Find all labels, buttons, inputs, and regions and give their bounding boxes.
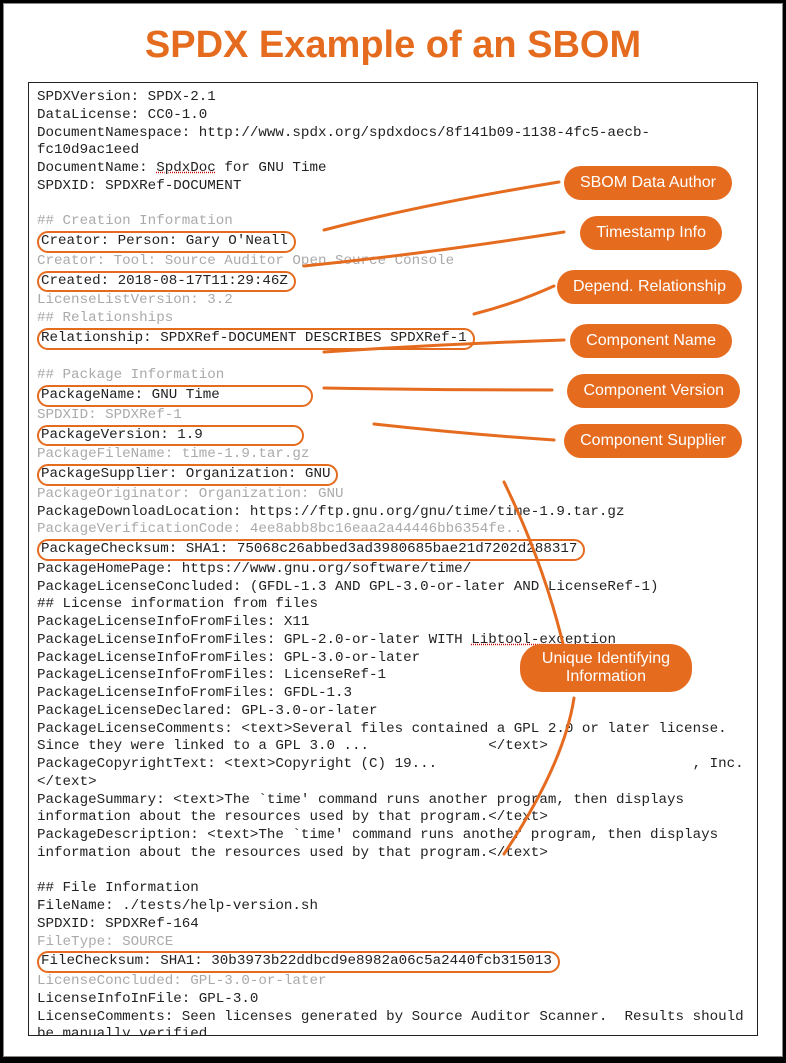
line-pkg-download: PackageDownloadLocation: https://ftp.gnu… bbox=[37, 504, 624, 520]
highlight-creator: Creator: Person: Gary O'Neall bbox=[37, 231, 296, 253]
label-uid: Unique Identifying Information bbox=[520, 644, 692, 692]
section-relationships: ## Relationships bbox=[37, 310, 173, 326]
line-file-spdxid: SPDXID: SPDXRef-164 bbox=[37, 916, 199, 932]
page-title: SPDX Example of an SBOM bbox=[4, 4, 782, 82]
line-pkg-originator: PackageOriginator: Organization: GNU bbox=[37, 486, 344, 502]
line-licinfoinfile: LicenseInfoInFile: GPL-3.0 bbox=[37, 991, 258, 1007]
line-docname-pre: DocumentName: bbox=[37, 160, 156, 176]
line-spdxid: SPDXID: SPDXRef-DOCUMENT bbox=[37, 178, 241, 194]
section-file: ## File Information bbox=[37, 880, 199, 896]
line-plif4: PackageLicenseInfoFromFiles: LicenseRef-… bbox=[37, 667, 386, 683]
line-pkg-desc: PackageDescription: <text>The `time' com… bbox=[37, 827, 727, 861]
line-plif3: PackageLicenseInfoFromFiles: GPL-3.0-or-… bbox=[37, 650, 420, 666]
line-docname-post: for GNU Time bbox=[216, 160, 327, 176]
line-docname-u: SpdxDoc bbox=[156, 160, 216, 176]
line-pkg-licconcl: PackageLicenseConcluded: (GFDL-1.3 AND G… bbox=[37, 579, 659, 595]
highlight-created: Created: 2018-08-17T11:29:46Z bbox=[37, 271, 296, 293]
line-pkg-summary: PackageSummary: <text>The `time' command… bbox=[37, 792, 693, 826]
highlight-pkgsupplier: PackageSupplier: Organization: GNU bbox=[37, 464, 338, 486]
label-relationship: Depend. Relationship bbox=[557, 270, 742, 304]
highlight-relationship: Relationship: SPDXRef-DOCUMENT DESCRIBES… bbox=[37, 328, 475, 350]
label-author: SBOM Data Author bbox=[564, 166, 732, 200]
line-liccomments: LicenseComments: Seen licenses generated… bbox=[37, 1009, 752, 1037]
line-version: SPDXVersion: SPDX-2.1 bbox=[37, 89, 216, 105]
line-datalicense: DataLicense: CC0-1.0 bbox=[37, 107, 207, 123]
line-pkg-copy: PackageCopyrightText: <text>Copyright (C… bbox=[37, 756, 744, 790]
line-pkg-home: PackageHomePage: https://www.gnu.org/sof… bbox=[37, 561, 471, 577]
line-licconcluded: LicenseConcluded: GPL-3.0-or-later bbox=[37, 973, 326, 989]
line-pkg-spdxid: SPDXID: SPDXRef-1 bbox=[37, 407, 182, 423]
line-plif2a: PackageLicenseInfoFromFiles: GPL-2.0-or-… bbox=[37, 632, 471, 648]
label-compversion: Component Version bbox=[567, 374, 740, 408]
highlight-filechecksum: FileChecksum: SHA1: 30b3973b22ddbcd9e898… bbox=[37, 951, 560, 973]
line-pkg-liccomm: PackageLicenseComments: <text>Several fi… bbox=[37, 721, 744, 755]
section-package: ## Package Information bbox=[37, 367, 224, 383]
line-namespace: DocumentNamespace: http://www.spdx.org/s… bbox=[37, 125, 650, 159]
line-pkg-filename: PackageFileName: time-1.9.tar.gz bbox=[37, 446, 309, 462]
label-timestamp: Timestamp Info bbox=[580, 216, 722, 250]
line-creator-tool: Creator: Tool: Source Auditor Open Sourc… bbox=[37, 253, 454, 269]
label-compname: Component Name bbox=[570, 324, 732, 358]
line-plif5: PackageLicenseInfoFromFiles: GFDL-1.3 bbox=[37, 685, 352, 701]
highlight-pkgchecksum: PackageChecksum: SHA1: 75068c26abbed3ad3… bbox=[37, 539, 585, 561]
document-frame: SPDX Example of an SBOM SPDXVersion: SPD… bbox=[3, 3, 783, 1057]
line-pkg-verif: PackageVerificationCode: 4ee8abb8bc16eaa… bbox=[37, 521, 531, 537]
section-creation: ## Creation Information bbox=[37, 213, 233, 229]
line-liclistver: LicenseListVersion: 3.2 bbox=[37, 292, 233, 308]
line-pkg-licdecl: PackageLicenseDeclared: GPL-3.0-or-later bbox=[37, 703, 378, 719]
line-plif1: PackageLicenseInfoFromFiles: X11 bbox=[37, 614, 309, 630]
label-compsupplier: Component Supplier bbox=[564, 424, 742, 458]
highlight-pkgversion: PackageVersion: 1.9 bbox=[37, 425, 304, 447]
line-filetype: FileType: SOURCE bbox=[37, 934, 173, 950]
section-licfiles: ## License information from files bbox=[37, 596, 318, 612]
highlight-pkgname: PackageName: GNU Time bbox=[37, 385, 313, 407]
line-filename: FileName: ./tests/help-version.sh bbox=[37, 898, 318, 914]
